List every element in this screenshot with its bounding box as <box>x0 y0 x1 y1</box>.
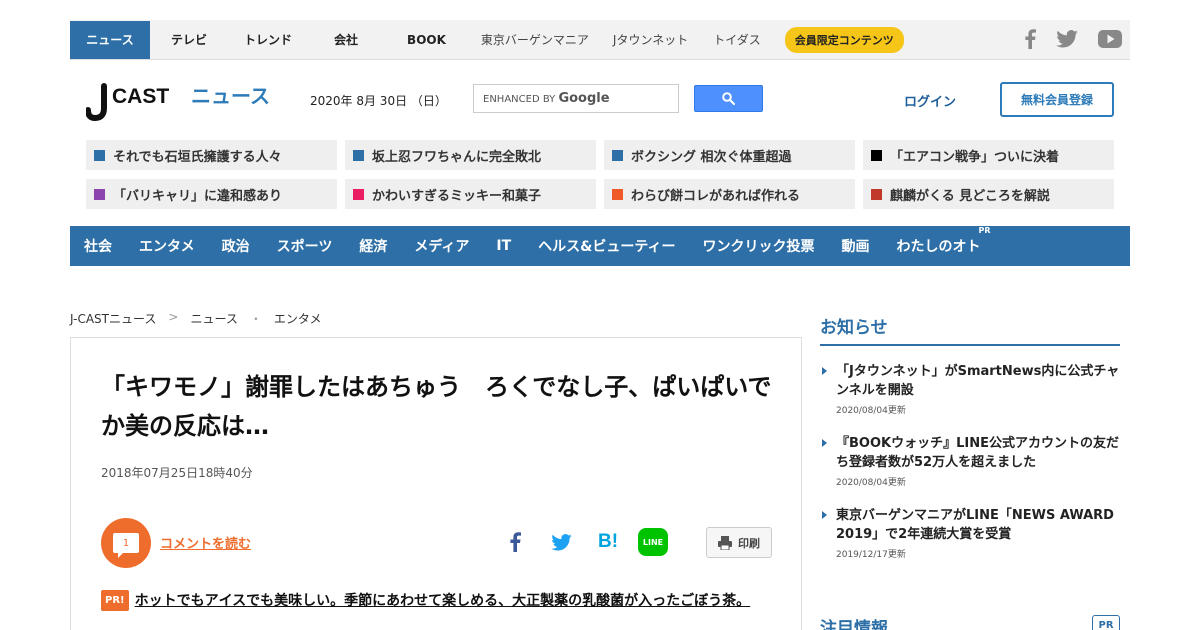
breadcrumb-separator: ・ <box>249 312 262 326</box>
search-input[interactable]: ENHANCED BY Google <box>473 84 679 113</box>
member-content-button[interactable]: 会員限定コンテンツ <box>784 26 904 53</box>
topic-item[interactable]: わらび餅コレがあれば作れる <box>604 179 855 209</box>
article-title: 「キワモノ」謝罪したはあちゅう ろくでなし子、ぱいぱいでか美の反応は… <box>101 373 772 440</box>
topic-color-marker <box>871 149 882 161</box>
topnav-toidas[interactable]: トイダス <box>713 21 761 59</box>
search-branding-prefix: ENHANCED BY <box>483 94 556 105</box>
svg-text:ニュース: ニュース <box>191 84 270 108</box>
pr-text: ホットでもアイスでも美味しい。季節にあわせて楽しめる、大正製薬の乳酸菌が入ったご… <box>134 593 751 609</box>
breadcrumb-separator: > <box>168 310 179 324</box>
topnav-news[interactable]: ニュース <box>70 20 150 59</box>
topic-item[interactable]: かわいすぎるミッキー和菓子 <box>345 179 596 209</box>
pr-label: PR <box>978 226 991 235</box>
jcast-news-logo[interactable]: CAST ニュース <box>85 82 276 122</box>
google-branding: Google <box>558 91 610 106</box>
current-date: 2020年 8月 30日 （日） <box>310 94 447 108</box>
topic-item[interactable]: 「バリキャリ」に違和感あり <box>86 179 337 209</box>
topnav-company[interactable]: 会社 <box>334 21 358 59</box>
nav-watashi-no-oto[interactable]: わたしのオト PR <box>897 226 991 256</box>
topnav-book[interactable]: BOOK <box>407 21 446 59</box>
breadcrumb-home[interactable]: J-CASTニュース <box>70 310 156 327</box>
topic-item[interactable]: ボクシング 相次ぐ体重超過 <box>604 140 855 170</box>
breadcrumb: J-CASTニュース > ニュース ・ エンタメ <box>70 310 322 327</box>
topic-item[interactable]: 坂上忍フワちゃんに完全敗北 <box>345 140 596 170</box>
search-button[interactable] <box>694 85 763 112</box>
article-card: 「キワモノ」謝罪したはあちゅう ろくでなし子、ぱいぱいでか美の反応は… 2018… <box>70 337 802 630</box>
comment-count: 1 <box>122 537 130 549</box>
notice-date: 2020/08/04更新 <box>836 406 906 416</box>
topnav-tv[interactable]: テレビ <box>171 21 207 59</box>
nav-video[interactable]: 動画 <box>842 236 870 256</box>
notice-date: 2020/08/04更新 <box>836 478 906 488</box>
notice-date: 2019/12/17更新 <box>836 550 906 560</box>
facebook-icon[interactable] <box>1024 29 1036 49</box>
facebook-share-icon[interactable] <box>507 530 523 554</box>
breadcrumb-entertainment[interactable]: エンタメ <box>274 310 322 327</box>
topnav-trend[interactable]: トレンド <box>244 21 292 59</box>
comment-button[interactable]: 1 <box>101 518 151 568</box>
notice-item[interactable]: 『BOOKウォッチ』LINE公式アカウントの友だち登録者数が52万人を超えました… <box>822 434 1120 488</box>
pr-promo-link[interactable]: PR! ホットでもアイスでも美味しい。季節にあわせて楽しめる、大正製薬の乳酸菌が入… <box>101 590 781 611</box>
topic-color-marker <box>353 188 364 200</box>
notices-divider <box>820 344 1120 346</box>
print-button[interactable]: 印刷 <box>706 527 772 558</box>
notices-heading: お知らせ <box>820 318 888 338</box>
topic-color-marker <box>94 149 105 161</box>
svg-text:CAST: CAST <box>112 85 169 108</box>
nav-it[interactable]: IT <box>496 238 511 254</box>
nav-sports[interactable]: スポーツ <box>277 236 333 256</box>
topnav-bargain-mania[interactable]: 東京バーゲンマニア <box>481 21 589 59</box>
topic-item[interactable]: 「エアコン戦争」ついに決着 <box>863 140 1114 170</box>
twitter-share-icon[interactable] <box>549 530 573 554</box>
trending-topics: それでも石垣氏擁護する人々 坂上忍フワちゃんに完全敗北 ボクシング 相次ぐ体重超… <box>86 140 1114 209</box>
pr-badge: PR! <box>101 590 129 611</box>
login-link[interactable]: ログイン <box>904 91 956 110</box>
comment-bubble-icon: 1 <box>113 533 139 558</box>
nav-one-click-vote[interactable]: ワンクリック投票 <box>703 236 815 256</box>
social-links <box>1024 20 1130 58</box>
nav-entertainment[interactable]: エンタメ <box>139 236 195 256</box>
line-share-icon[interactable]: LINE <box>638 528 668 556</box>
nav-society[interactable]: 社会 <box>84 236 112 256</box>
breadcrumb-news[interactable]: ニュース <box>190 310 237 327</box>
notice-item[interactable]: 「Jタウンネット」がSmartNews内に公式チャンネルを開設 2020/08/… <box>822 362 1120 416</box>
featured-heading: 注目情報 <box>820 619 888 630</box>
nav-politics[interactable]: 政治 <box>222 236 250 256</box>
nav-media[interactable]: メディア <box>414 236 469 256</box>
topic-color-marker <box>353 149 364 161</box>
topic-color-marker <box>612 149 623 161</box>
nav-economy[interactable]: 経済 <box>359 236 387 256</box>
top-bar: ニュース テレビ トレンド 会社 BOOK 東京バーゲンマニア Jタウンネット … <box>70 20 1130 60</box>
hatena-bookmark-icon[interactable]: B! <box>595 530 621 554</box>
topnav-jtown-net[interactable]: Jタウンネット <box>613 21 688 59</box>
notice-text: 東京バーゲンマニアがLINE「NEWS AWARD 2019」で2年連続大賞を受… <box>836 508 1114 542</box>
arrow-right-icon <box>822 511 827 519</box>
topic-item[interactable]: それでも石垣氏擁護する人々 <box>86 140 337 170</box>
print-label: 印刷 <box>738 536 760 550</box>
arrow-right-icon <box>822 367 827 375</box>
register-button[interactable]: 無料会員登録 <box>1000 82 1114 117</box>
read-comments-link[interactable]: コメントを読む <box>160 533 251 552</box>
topic-item[interactable]: 麒麟がくる 見どころを解説 <box>863 179 1114 209</box>
article-date: 2018年07月25日18時40分 <box>101 466 253 480</box>
featured-pr-badge: PR <box>1092 615 1120 630</box>
category-nav: 社会 エンタメ 政治 スポーツ 経済 メディア IT ヘルス&ビューティー ワン… <box>70 226 1130 266</box>
notice-text: 『BOOKウォッチ』LINE公式アカウントの友だち登録者数が52万人を超えました <box>836 436 1119 470</box>
topic-color-marker <box>94 188 105 200</box>
topic-color-marker <box>612 188 623 200</box>
nav-health-beauty[interactable]: ヘルス&ビューティー <box>538 236 675 256</box>
youtube-icon[interactable] <box>1098 30 1122 48</box>
topic-color-marker <box>871 188 882 200</box>
search-icon <box>722 92 735 105</box>
twitter-icon[interactable] <box>1056 30 1078 48</box>
arrow-right-icon <box>822 439 827 447</box>
print-icon <box>718 535 732 550</box>
notice-item[interactable]: 東京バーゲンマニアがLINE「NEWS AWARD 2019」で2年連続大賞を受… <box>822 506 1120 560</box>
notice-text: 「Jタウンネット」がSmartNews内に公式チャンネルを開設 <box>836 364 1120 398</box>
